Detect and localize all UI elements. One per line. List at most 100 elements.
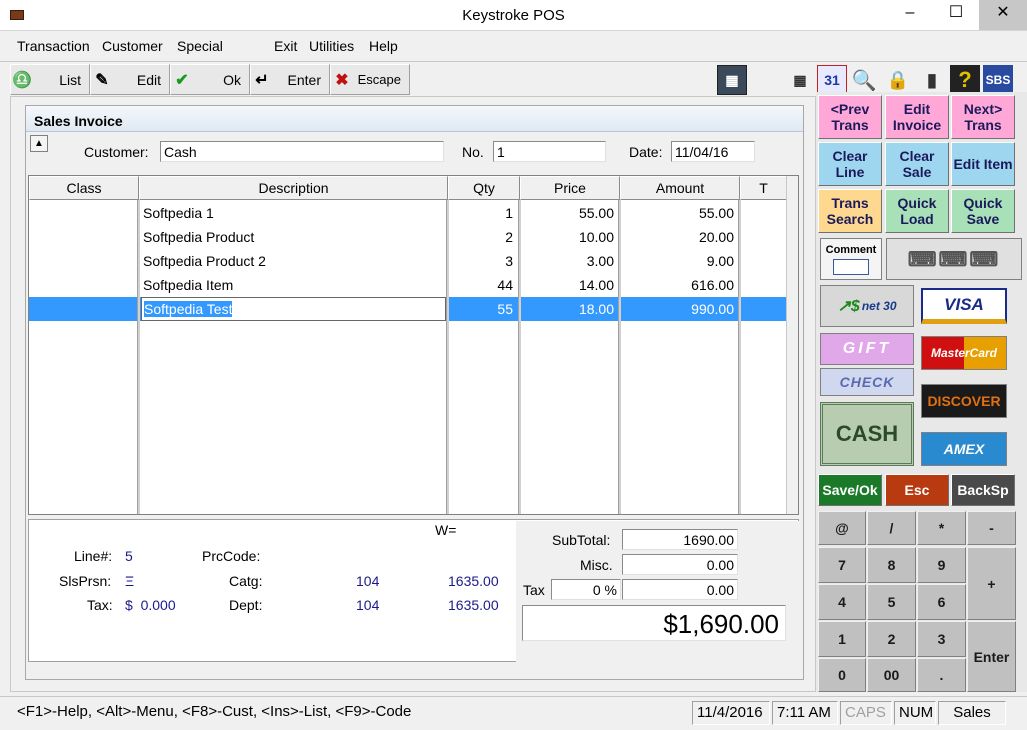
tax-percent-field[interactable]: 0 % — [551, 579, 621, 600]
menu-utilities[interactable]: Utilities — [309, 38, 354, 54]
key-plus[interactable]: + — [967, 547, 1016, 620]
key-enter[interactable]: Enter — [967, 621, 1016, 692]
row-2-description[interactable]: Softpedia Product — [143, 225, 443, 249]
help-icon[interactable]: ? — [950, 65, 980, 95]
key-5[interactable]: 5 — [867, 584, 916, 620]
row-5-price[interactable]: 18.00 — [522, 297, 618, 321]
calendar-icon[interactable]: 31 — [817, 65, 847, 95]
ok-button[interactable]: ✔ Ok — [170, 64, 250, 95]
comment-button[interactable]: Comment — [820, 238, 882, 280]
edit-item-button[interactable]: Edit Item — [951, 142, 1015, 186]
row-3-price[interactable]: 3.00 — [522, 249, 618, 273]
column-header-amount[interactable]: Amount — [620, 176, 740, 200]
line-number-label: Line#: — [74, 548, 113, 564]
row-3-amount[interactable]: 9.00 — [622, 249, 738, 273]
mastercard-button[interactable]: MasterCard — [921, 336, 1007, 370]
row-1-price[interactable]: 55.00 — [522, 201, 618, 225]
net30-button[interactable]: ↗$ net 30 — [820, 285, 914, 327]
row-2-qty[interactable]: 2 — [449, 225, 517, 249]
edit-button[interactable]: ✎ Edit — [90, 64, 170, 95]
save-ok-button[interactable]: Save/Ok — [818, 474, 882, 506]
row-2-price[interactable]: 10.00 — [522, 225, 618, 249]
row-2-amount[interactable]: 20.00 — [622, 225, 738, 249]
magnifier-icon[interactable]: 🔍 — [849, 65, 879, 95]
row-1-description[interactable]: Softpedia 1 — [143, 201, 443, 225]
key-00[interactable]: 00 — [867, 658, 916, 692]
discover-button[interactable]: DISCOVER — [921, 384, 1007, 418]
column-header-description[interactable]: Description — [139, 176, 448, 200]
key-8[interactable]: 8 — [867, 547, 916, 583]
key-7[interactable]: 7 — [818, 547, 866, 583]
minimize-button[interactable]: – — [891, 0, 929, 30]
key-9[interactable]: 9 — [917, 547, 966, 583]
menu-special[interactable]: Special — [177, 38, 223, 54]
row-5-qty[interactable]: 55 — [449, 297, 517, 321]
prev-trans-button[interactable]: <Prev Trans — [818, 95, 882, 139]
lock-icon[interactable]: 🔒 — [883, 65, 913, 95]
backspace-button[interactable]: BackSp — [951, 474, 1015, 506]
esc-button[interactable]: Esc — [885, 474, 949, 506]
keyboard-button[interactable]: ⌨⌨⌨ — [886, 238, 1022, 280]
key-4[interactable]: 4 — [818, 584, 866, 620]
trans-search-button[interactable]: Trans Search — [818, 189, 882, 233]
check-button[interactable]: CHECK — [820, 368, 914, 396]
column-header-t[interactable]: T — [740, 176, 787, 200]
up-arrow-button[interactable]: ▲ — [30, 135, 48, 152]
key-0[interactable]: 0 — [818, 658, 866, 692]
row-3-description[interactable]: Softpedia Product 2 — [143, 249, 443, 273]
key-decimal[interactable]: . — [917, 658, 966, 692]
enter-button[interactable]: ↵ Enter — [250, 64, 330, 95]
column-header-class[interactable]: Class — [29, 176, 139, 200]
clear-sale-button[interactable]: Clear Sale — [885, 142, 949, 186]
key-3[interactable]: 3 — [917, 621, 966, 657]
menu-customer[interactable]: Customer — [102, 38, 163, 54]
key-slash[interactable]: / — [867, 511, 916, 545]
column-header-qty[interactable]: Qty — [448, 176, 520, 200]
customer-field[interactable]: Cash — [160, 141, 444, 162]
menu-help[interactable]: Help — [369, 38, 398, 54]
column-header-price[interactable]: Price — [520, 176, 620, 200]
key-6[interactable]: 6 — [917, 584, 966, 620]
row-4-price[interactable]: 14.00 — [522, 273, 618, 297]
key-minus[interactable]: - — [967, 511, 1016, 545]
row-3-qty[interactable]: 3 — [449, 249, 517, 273]
key-at[interactable]: @ — [818, 511, 866, 545]
row-5-amount[interactable]: 990.00 — [622, 297, 738, 321]
visa-button[interactable]: VISA — [921, 288, 1007, 324]
title-bar: Keystroke POS – ☐ ✕ — [0, 0, 1027, 31]
status-num: NUM — [894, 701, 936, 725]
cash-button[interactable]: CASH — [820, 402, 914, 466]
escape-button[interactable]: ✖ Escape — [330, 64, 410, 95]
amex-button[interactable]: AMEX — [921, 432, 1007, 466]
next-trans-button[interactable]: Next> Trans — [951, 95, 1015, 139]
misc-field[interactable]: 0.00 — [622, 554, 738, 575]
row-4-amount[interactable]: 616.00 — [622, 273, 738, 297]
clear-line-button[interactable]: Clear Line — [818, 142, 882, 186]
quick-save-button[interactable]: Quick Save — [951, 189, 1015, 233]
gift-button[interactable]: GIFT — [820, 333, 914, 365]
row-1-qty[interactable]: 1 — [449, 201, 517, 225]
row-5-description-editor[interactable]: Softpedia Test — [141, 297, 446, 321]
key-asterisk[interactable]: * — [917, 511, 966, 545]
close-button[interactable]: ✕ — [979, 0, 1027, 30]
key-1[interactable]: 1 — [818, 621, 866, 657]
row-1-amount[interactable]: 55.00 — [622, 201, 738, 225]
grid-icon[interactable]: ▦ — [717, 65, 747, 95]
grid-scrollbar[interactable] — [786, 176, 798, 514]
menu-exit[interactable]: Exit — [274, 38, 297, 54]
date-field[interactable]: 11/04/16 — [671, 141, 755, 162]
key-2[interactable]: 2 — [867, 621, 916, 657]
sbs-logo-icon[interactable]: SBS — [983, 65, 1013, 95]
calculator-icon[interactable]: ▦ — [785, 65, 815, 95]
menu-transaction[interactable]: Transaction — [17, 38, 90, 54]
row-4-qty[interactable]: 44 — [449, 273, 517, 297]
list-button[interactable]: ♎ List — [10, 64, 90, 95]
invoice-no-field[interactable]: 1 — [493, 141, 606, 162]
maximize-button[interactable]: ☐ — [937, 0, 975, 30]
quick-load-button[interactable]: Quick Load — [885, 189, 949, 233]
w-label: W= — [435, 522, 457, 538]
row-4-description[interactable]: Softpedia Item — [143, 273, 443, 297]
remote-icon[interactable]: ▮ — [917, 65, 947, 95]
grand-total: $1,690.00 — [522, 605, 786, 641]
edit-invoice-button[interactable]: Edit Invoice — [885, 95, 949, 139]
